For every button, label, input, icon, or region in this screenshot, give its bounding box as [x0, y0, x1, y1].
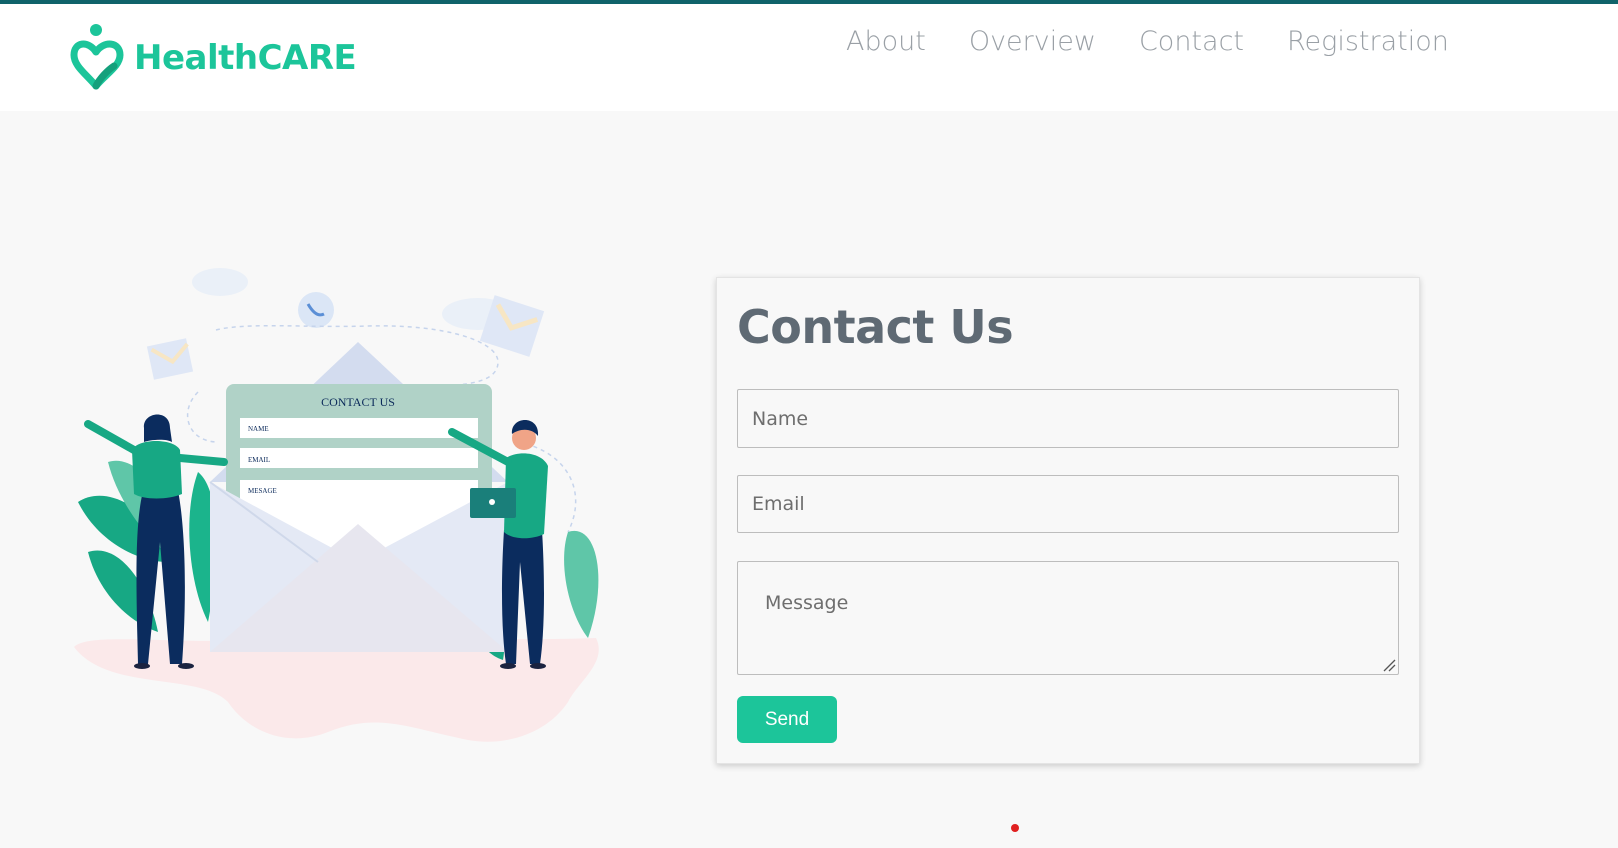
resize-handle-icon[interactable] [1382, 658, 1396, 672]
name-placeholder: Name [752, 408, 809, 430]
email-placeholder: Email [752, 493, 805, 515]
send-button[interactable]: Send [737, 696, 837, 743]
email-input[interactable]: Email [737, 475, 1399, 533]
message-placeholder: Message [765, 592, 849, 614]
nav-overview[interactable]: Overview [969, 26, 1096, 57]
indicator-dot [1011, 824, 1019, 832]
nav-contact[interactable]: Contact [1139, 26, 1244, 57]
illustration-message-label: MESAGE [248, 487, 277, 495]
contact-form-card: Contact Us Name Email Message Send [716, 277, 1420, 764]
nav-registration[interactable]: Registration [1287, 26, 1449, 57]
logo-text: HealthCARE [134, 38, 357, 78]
illustration-form-title: CONTACT US [321, 395, 395, 409]
logo[interactable]: HealthCARE [70, 22, 357, 94]
contact-illustration: CONTACT US NAME EMAIL MESAGE [74, 268, 599, 742]
illustration-email-label: EMAIL [248, 456, 270, 464]
main-nav: About Overview Contact Registration [846, 26, 1492, 57]
site-header: HealthCARE About Overview Contact Regist… [0, 4, 1618, 111]
nav-about[interactable]: About [846, 26, 926, 57]
heart-logo-icon [70, 24, 124, 90]
name-input[interactable]: Name [737, 389, 1399, 448]
illustration-name-label: NAME [248, 425, 269, 433]
contact-title: Contact Us [737, 300, 1014, 354]
message-textarea[interactable]: Message [737, 561, 1399, 675]
